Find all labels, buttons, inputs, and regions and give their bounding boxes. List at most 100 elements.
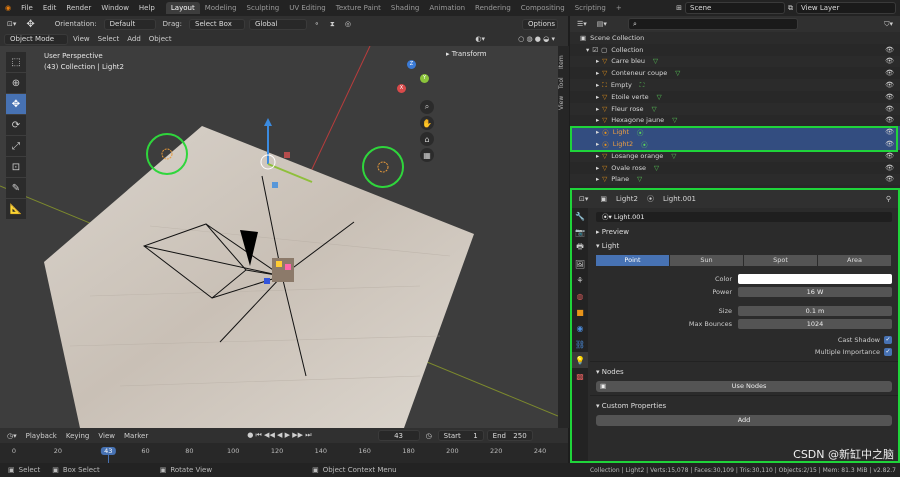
expand-icon[interactable]: ▸ — [596, 175, 599, 183]
add-workspace-button[interactable]: + — [611, 2, 627, 14]
expand-icon[interactable]: ▸ — [596, 116, 599, 124]
custom-properties-header[interactable]: ▾ Custom Properties — [590, 399, 898, 413]
use-nodes-button[interactable]: ▣ Use Nodes — [596, 380, 892, 392]
menu-render[interactable]: Render — [61, 4, 96, 12]
eye-icon[interactable]: 👁 — [885, 128, 894, 136]
eye-icon[interactable]: 👁 — [885, 105, 894, 113]
power-field[interactable]: 16 W — [738, 287, 892, 298]
object-tab-icon[interactable]: ■ — [572, 304, 588, 320]
end-frame-field[interactable]: End 250 — [486, 430, 533, 441]
menu-view[interactable]: View — [70, 35, 93, 43]
add-property-button[interactable]: Add — [596, 414, 892, 426]
playhead[interactable] — [108, 455, 110, 463]
mode-dropdown[interactable]: Object Mode — [4, 33, 68, 45]
expand-icon[interactable]: ▸ — [596, 93, 599, 101]
start-frame-field[interactable]: Start 1 — [437, 430, 484, 441]
tab-rendering[interactable]: Rendering — [470, 2, 516, 14]
light-type-spot[interactable]: Spot — [744, 254, 818, 266]
view-layer-tab-icon[interactable]: 🖼 — [572, 256, 588, 272]
outliner-scene-collection[interactable]: ▣ Scene Collection — [570, 32, 900, 44]
multiple-importance-checkbox[interactable]: ✓ — [884, 347, 892, 356]
expand-icon[interactable]: ▸ — [596, 128, 599, 136]
annotate-icon[interactable]: ✎ — [6, 178, 26, 198]
scene-tab-icon[interactable]: ⚘ — [572, 272, 588, 288]
tab-compositing[interactable]: Compositing — [516, 2, 570, 14]
orientation-dropdown[interactable]: Default — [103, 18, 156, 30]
constraints-tab-icon[interactable]: ⛓ — [572, 336, 588, 352]
tab-modeling[interactable]: Modeling — [200, 2, 242, 14]
eye-icon[interactable]: 👁 — [885, 69, 894, 77]
gizmo-x[interactable]: X — [397, 84, 406, 93]
perspective-toggle-icon[interactable]: ▦ — [420, 148, 434, 162]
scale-icon[interactable]: ⤢ — [6, 136, 26, 156]
drag-dropdown[interactable]: Select Box — [189, 18, 246, 30]
data-breadcrumb[interactable]: Light.001 — [663, 195, 696, 203]
output-tab-icon[interactable]: 🖶 — [572, 240, 588, 256]
outliner-item[interactable]: ▸ ⦿ Light2 ⦿ 👁 — [570, 138, 900, 150]
tab-texture-paint[interactable]: Texture Paint — [331, 2, 386, 14]
object-breadcrumb[interactable]: Light2 — [616, 195, 638, 203]
light-type-point[interactable]: Point — [596, 254, 670, 266]
properties-editor-icon[interactable]: ⊡▾ — [576, 195, 591, 203]
select-box-icon[interactable]: ⬚ — [6, 52, 26, 72]
timeline-editor-icon[interactable]: ◷▾ — [4, 432, 20, 440]
expand-icon[interactable]: ▸ — [596, 152, 599, 160]
eye-icon[interactable]: 👁 — [885, 152, 894, 160]
camera-view-icon[interactable]: ⌂ — [420, 132, 434, 146]
display-mode-icon[interactable]: ▤▾ — [594, 20, 610, 28]
outliner-item[interactable]: ▸ ▽ Conteneur coupe ▽ 👁 — [570, 67, 900, 79]
transform-orientation-dropdown[interactable]: Global — [249, 18, 308, 30]
eye-icon[interactable]: 👁 — [885, 46, 894, 54]
scene-field[interactable]: Scene — [685, 2, 785, 14]
outliner-item[interactable]: ▸ ▽ Plane ▽ 👁 — [570, 173, 900, 186]
proportional-edit-icon[interactable]: ◎ — [342, 20, 354, 28]
bounces-field[interactable]: 1024 — [738, 319, 892, 330]
datablock-field[interactable]: ⦿▾ Light.001 — [596, 212, 892, 223]
timeline-ruler[interactable]: 0 20 43 60 80 100 120 140 160 180 200 220 240 — [0, 443, 568, 463]
view-layer-field[interactable]: View Layer — [796, 2, 896, 14]
rotate-icon[interactable]: ⟳ — [6, 115, 26, 135]
menu-help[interactable]: Help — [134, 4, 160, 12]
menu-playback[interactable]: Playback — [23, 432, 60, 440]
options-dropdown[interactable]: Options — [522, 18, 558, 30]
menu-marker[interactable]: Marker — [121, 432, 151, 440]
outliner-item[interactable]: ▸ ▽ Etoile verte ▽ 👁 — [570, 91, 900, 103]
render-tab-icon[interactable]: 📷 — [572, 224, 588, 240]
side-tab-item[interactable]: Item — [558, 52, 569, 72]
tab-layout[interactable]: Layout — [165, 2, 200, 14]
outliner-item[interactable]: ▸ ⦿ Light ⦿ 👁 — [570, 126, 900, 139]
current-frame-field[interactable]: 43 — [377, 430, 420, 441]
expand-icon[interactable]: ▸ — [596, 57, 599, 65]
tab-uv-editing[interactable]: UV Editing — [284, 2, 331, 14]
texture-tab-icon[interactable]: ▩ — [572, 368, 588, 384]
eye-icon[interactable]: 👁 — [885, 57, 894, 65]
transform-icon[interactable]: ⊡ — [6, 157, 26, 177]
eye-icon[interactable]: 👁 — [885, 164, 894, 172]
eye-icon[interactable]: 👁 — [885, 81, 894, 89]
3d-viewport[interactable]: User Perspective (43) Collection | Light… — [0, 46, 558, 428]
gizmo-z[interactable]: Z — [407, 60, 416, 69]
light-tab-icon[interactable]: 💡 — [572, 352, 588, 368]
zoom-icon[interactable]: ⌕ — [420, 100, 434, 114]
checkbox-icon[interactable]: ☑ — [592, 46, 598, 54]
preview-panel-header[interactable]: ▸ Preview — [590, 225, 898, 239]
expand-icon[interactable]: ▾ — [586, 46, 589, 54]
navigation-gizmo[interactable]: Z Y X — [392, 60, 432, 100]
cursor-icon[interactable]: ⊕ — [6, 73, 26, 93]
eye-icon[interactable]: 👁 — [885, 116, 894, 124]
menu-file[interactable]: File — [16, 4, 38, 12]
color-swatch[interactable] — [738, 273, 892, 284]
expand-icon[interactable]: ▸ — [596, 140, 599, 148]
outliner-item[interactable]: ▸ ▽ Fleur rose ▽ 👁 — [570, 102, 900, 115]
outliner-item[interactable]: ▸ ▽ Hexagone jaune ▽ 👁 — [570, 115, 900, 127]
menu-keying[interactable]: Keying — [63, 432, 93, 440]
transform-panel-header[interactable]: ▸ Transform — [446, 50, 487, 58]
tab-shading[interactable]: Shading — [386, 2, 424, 14]
expand-icon[interactable]: ▸ — [596, 105, 599, 113]
size-field[interactable]: 0.1 m — [738, 305, 892, 316]
outliner-item[interactable]: ▸ ▽ Ovale rose ▽ 👁 — [570, 162, 900, 174]
eye-icon[interactable]: 👁 — [885, 175, 894, 183]
eye-icon[interactable]: 👁 — [885, 93, 894, 101]
menu-add[interactable]: Add — [124, 35, 144, 43]
clock-icon[interactable]: ◷ — [423, 432, 435, 440]
